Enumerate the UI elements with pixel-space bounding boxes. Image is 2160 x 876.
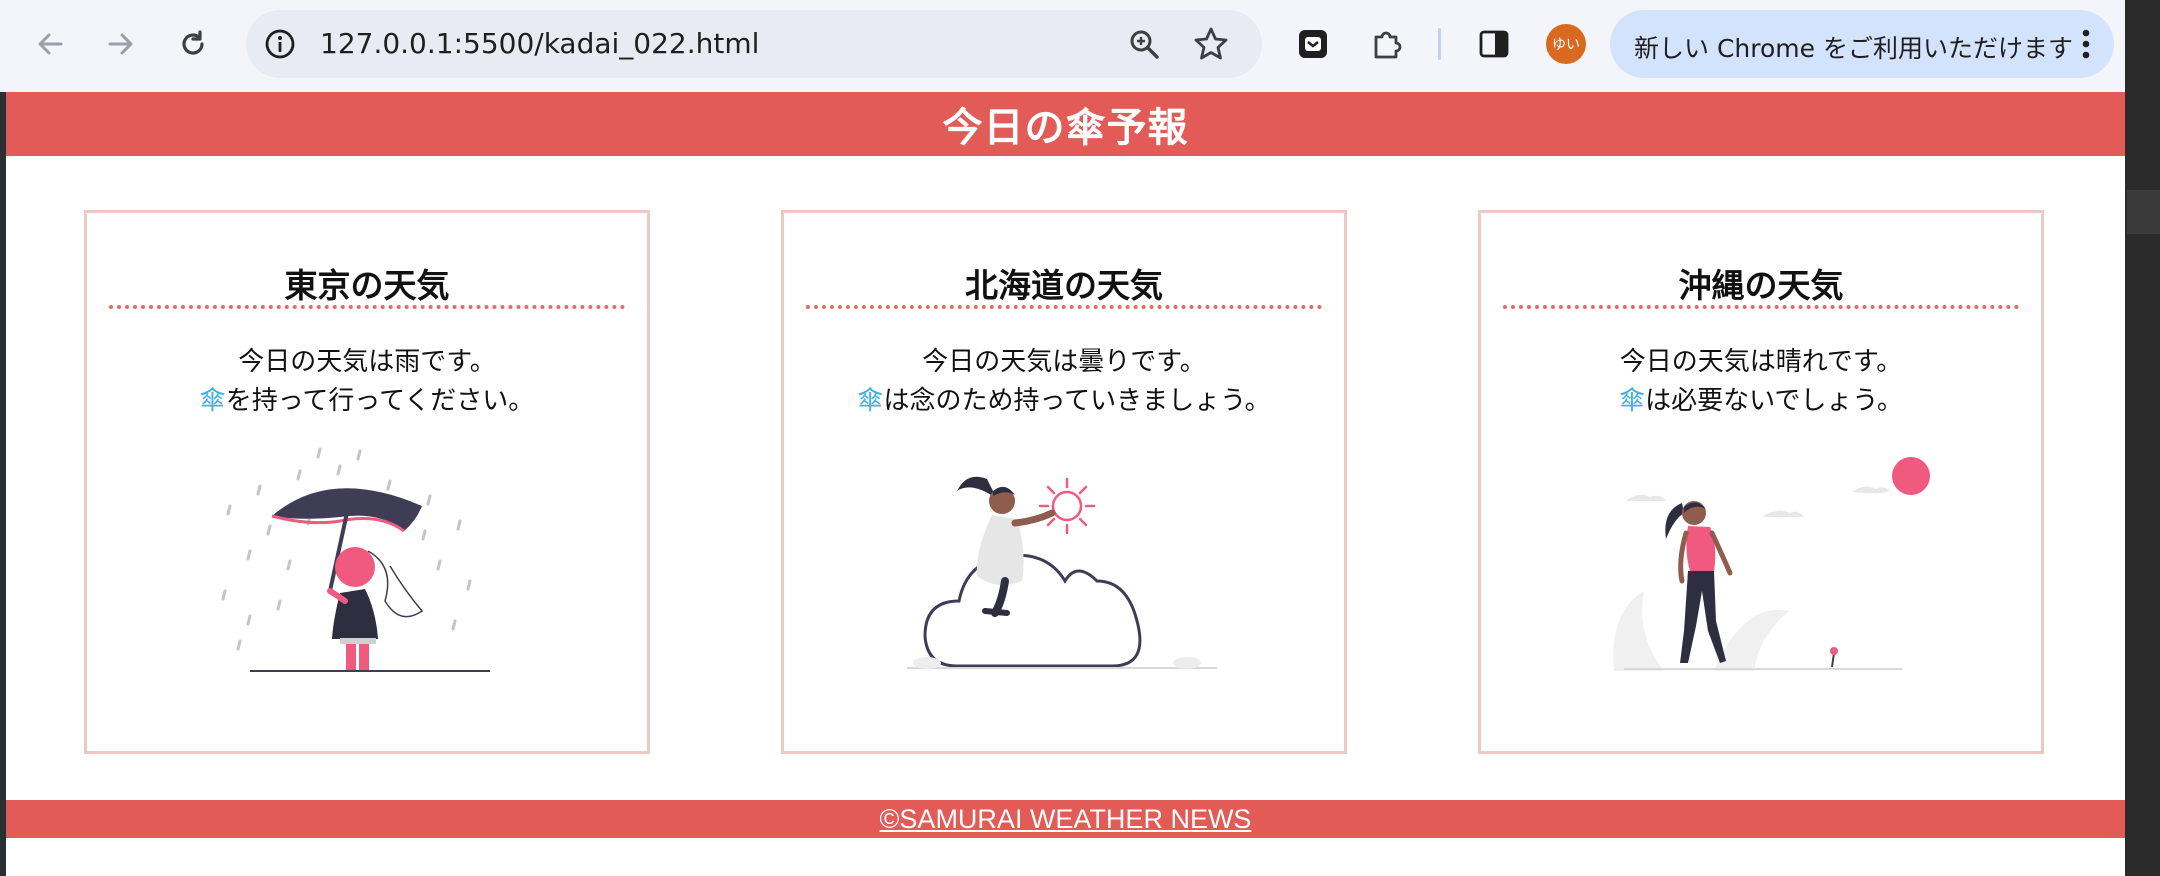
- advice-text: 傘は必要ないでしょう。: [1481, 380, 2041, 417]
- weather-card-okinawa: 沖縄の天気 今日の天気は晴れです。 傘は必要ないでしょう。: [1478, 210, 2044, 754]
- card-title: 東京の天気: [284, 266, 450, 305]
- profile-avatar[interactable]: ゆい: [1546, 24, 1586, 64]
- weather-card-hokkaido: 北海道の天気 今日の天気は曇りです。 傘は念のため持っていきましょう。: [781, 210, 1347, 754]
- card-title: 沖縄の天気: [1678, 266, 1844, 305]
- page-title: 今日の傘予報: [942, 105, 1189, 151]
- advice-label: を持って行ってください。: [225, 386, 535, 416]
- weather-text: 今日の天気は曇りです。: [922, 347, 1206, 377]
- back-button[interactable]: [30, 24, 70, 64]
- advice-text: 傘を持って行ってください。: [87, 380, 647, 417]
- weather-text: 今日の天気は雨です。: [238, 347, 496, 377]
- umbrella-text-icon: 傘: [857, 386, 884, 416]
- weather-card-tokyo: 東京の天気 今日の天気は雨です。 傘を持って行ってください。: [84, 210, 650, 754]
- arrow-right-icon: [108, 33, 133, 55]
- footer-link[interactable]: ©SAMURAI WEATHER NEWS: [880, 804, 1252, 835]
- side-panel-button[interactable]: [1474, 24, 1514, 64]
- rain-umbrella-illustration: [221, 447, 490, 672]
- puzzle-icon: [1374, 31, 1402, 59]
- reload-button[interactable]: [173, 24, 213, 64]
- umbrella-text-icon: 傘: [199, 386, 226, 416]
- update-label: 新しい Chrome をご利用いただけます: [1634, 34, 2073, 63]
- url-text[interactable]: 127.0.0.1:5500/kadai_022.html: [320, 27, 759, 60]
- sunny-walk-illustration: [1613, 457, 1930, 671]
- dotted-divider: [109, 305, 625, 309]
- cloud-sun-illustration: [907, 476, 1217, 669]
- browser-toolbar: 127.0.0.1:5500/kadai_022.html ゆい 新しい Chr…: [0, 0, 2125, 92]
- bookmark-star-icon[interactable]: [1192, 25, 1230, 63]
- forward-button[interactable]: [101, 24, 141, 64]
- extensions-menu-button[interactable]: [1367, 24, 1407, 64]
- weather-text: 今日の天気は晴れです。: [1619, 347, 1903, 377]
- reload-icon: [182, 30, 204, 55]
- site-info-icon[interactable]: [264, 28, 296, 60]
- web-page: 今日の傘予報 東京の天気 今日の天気は雨です。 傘を持って行ってください。 北海…: [6, 92, 2125, 876]
- extension-app-icon: [1299, 30, 1327, 58]
- zoom-icon[interactable]: [1126, 26, 1162, 62]
- arrow-left-icon: [38, 33, 63, 55]
- advice-label: は必要ないでしょう。: [1645, 386, 1903, 416]
- page-footer: ©SAMURAI WEATHER NEWS: [6, 800, 2125, 838]
- advice-text: 傘は念のため持っていきましょう。: [784, 380, 1344, 417]
- dotted-divider: [806, 305, 1322, 309]
- adjacent-window-block: [2127, 190, 2160, 234]
- side-panel-icon: [1479, 30, 1509, 58]
- card-title: 北海道の天気: [965, 266, 1163, 305]
- more-vertical-icon[interactable]: [2076, 24, 2096, 64]
- adjacent-window-edge: [2125, 0, 2160, 876]
- address-bar[interactable]: 127.0.0.1:5500/kadai_022.html: [246, 10, 1262, 78]
- umbrella-text-icon: 傘: [1619, 386, 1646, 416]
- dotted-divider: [1503, 305, 2019, 309]
- advice-label: は念のため持っていきましょう。: [883, 386, 1271, 416]
- toolbar-separator: [1438, 28, 1441, 60]
- page-header: 今日の傘予報: [6, 92, 2125, 156]
- chrome-update-button[interactable]: 新しい Chrome をご利用いただけます: [1610, 10, 2114, 78]
- extension-button[interactable]: [1293, 24, 1333, 64]
